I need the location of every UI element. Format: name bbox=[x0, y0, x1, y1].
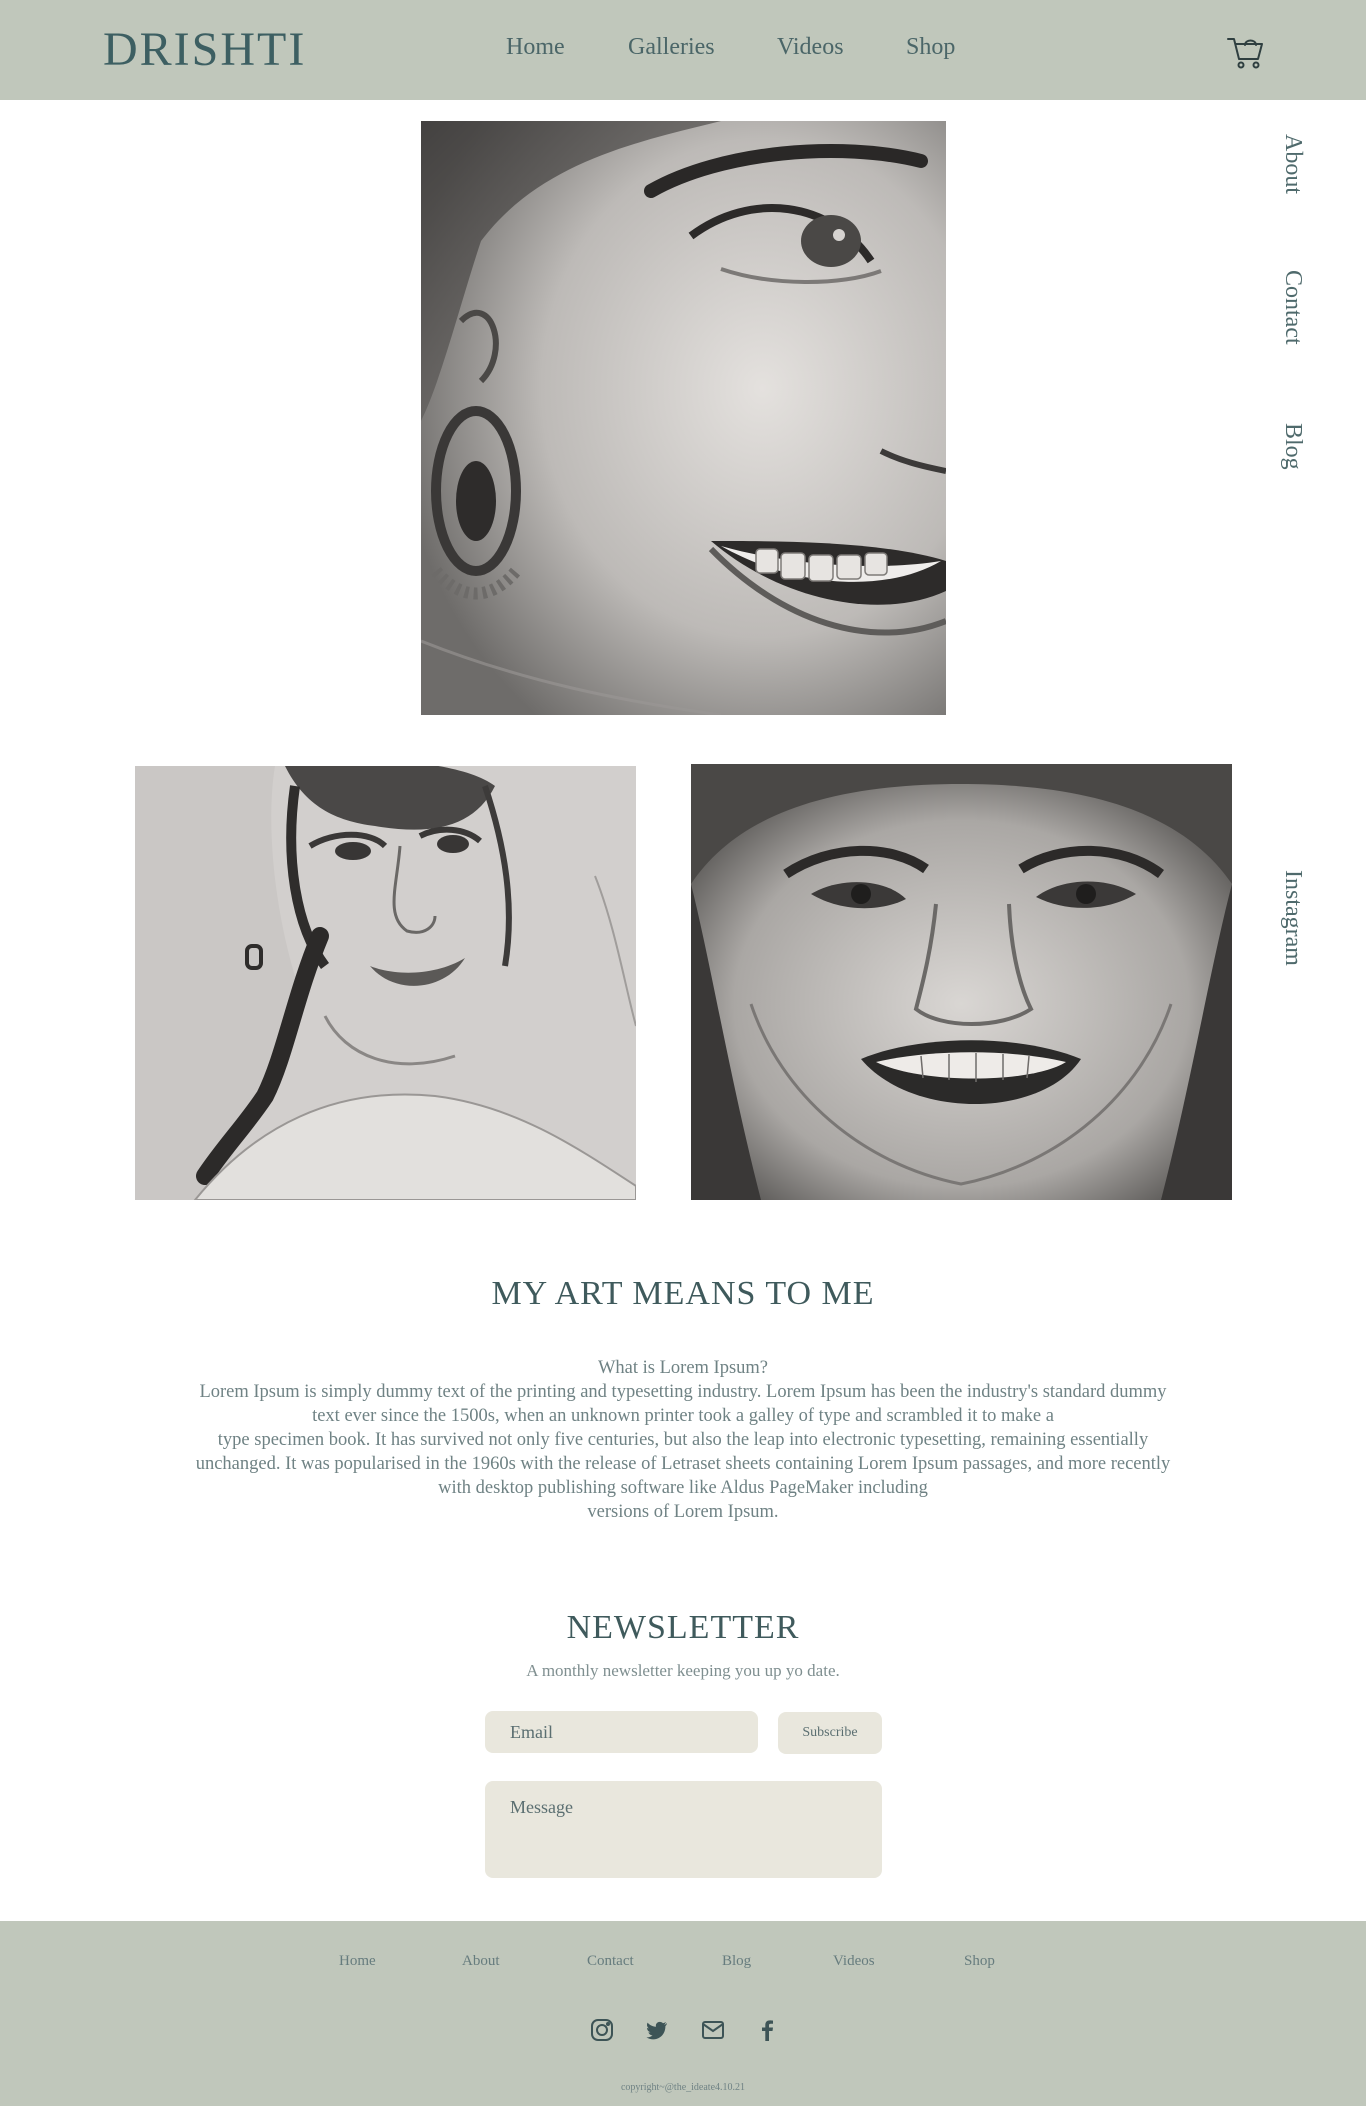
site-header: DRISHTI Home Galleries Videos Shop bbox=[0, 0, 1366, 100]
nav-shop-link[interactable]: Shop bbox=[906, 34, 955, 61]
side-nav-contact-link[interactable]: Contact bbox=[1266, 270, 1306, 345]
gallery-image-portrait-smiling[interactable] bbox=[691, 764, 1232, 1200]
about-line: unchanged. It was popularised in the 196… bbox=[195, 1454, 1171, 1474]
nav-galleries-link[interactable]: Galleries bbox=[628, 34, 715, 61]
about-line: Lorem Ipsum is simply dummy text of the … bbox=[199, 1382, 1167, 1402]
about-line: type specimen book. It has survived not … bbox=[217, 1430, 1149, 1450]
footer-about-link[interactable]: About bbox=[462, 1953, 500, 1970]
footer-videos-link[interactable]: Videos bbox=[833, 1953, 875, 1970]
about-line: with desktop publishing software like Al… bbox=[438, 1478, 928, 1498]
footer-blog-link[interactable]: Blog bbox=[722, 1953, 751, 1970]
gallery-image-portrait-closeup[interactable] bbox=[421, 121, 946, 715]
footer-contact-link[interactable]: Contact bbox=[587, 1953, 634, 1970]
copyright-text: copyright~@the_ideate4.10.21 bbox=[620, 2082, 746, 2093]
footer-home-link[interactable]: Home bbox=[339, 1953, 376, 1970]
about-body-text: What is Lorem Ipsum? Lorem Ipsum is simp… bbox=[160, 1356, 1206, 1524]
subscribe-button[interactable]: Subscribe bbox=[778, 1712, 882, 1754]
side-nav-instagram-link[interactable]: Instagram bbox=[1266, 870, 1306, 966]
instagram-icon[interactable] bbox=[589, 2017, 615, 2043]
twitter-icon[interactable] bbox=[644, 2017, 670, 2043]
site-logo[interactable]: DRISHTI bbox=[103, 22, 306, 77]
newsletter-subtitle: A monthly newsletter keeping you up yo d… bbox=[526, 1661, 840, 1680]
facebook-icon[interactable] bbox=[754, 2017, 780, 2043]
side-nav-blog-link[interactable]: Blog bbox=[1266, 423, 1306, 470]
about-line: What is Lorem Ipsum? bbox=[597, 1358, 769, 1378]
side-nav-about-link[interactable]: About bbox=[1266, 134, 1306, 194]
newsletter-title: NEWSLETTER bbox=[566, 1609, 800, 1646]
about-line: versions of Lorem Ipsum. bbox=[587, 1502, 779, 1522]
about-line: text ever since the 1500s, when an unkno… bbox=[312, 1406, 1054, 1426]
nav-videos-link[interactable]: Videos bbox=[777, 34, 844, 61]
message-textarea[interactable] bbox=[485, 1781, 882, 1878]
email-input[interactable] bbox=[485, 1711, 758, 1753]
about-section-title: MY ART MEANS TO ME bbox=[491, 1275, 875, 1312]
shopping-cart-icon[interactable] bbox=[1226, 35, 1266, 71]
site-footer: Home About Contact Blog Videos Shop copy… bbox=[0, 1921, 1366, 2106]
gallery-image-portrait-ponytail[interactable] bbox=[135, 766, 636, 1200]
mail-icon[interactable] bbox=[700, 2017, 726, 2043]
nav-home-link[interactable]: Home bbox=[506, 34, 565, 61]
footer-shop-link[interactable]: Shop bbox=[964, 1953, 995, 1970]
